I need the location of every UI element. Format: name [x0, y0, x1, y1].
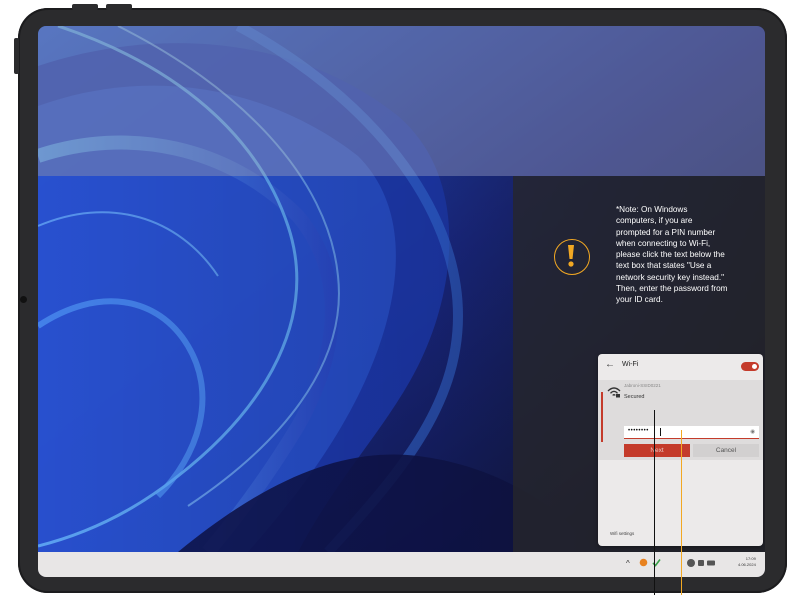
wifi-settings-link[interactable]: Wifi settings	[610, 531, 634, 536]
tablet-button-top	[72, 4, 98, 10]
password-value: ••••••••	[628, 428, 649, 434]
cancel-button[interactable]: Cancel	[693, 444, 759, 457]
password-field[interactable]: •••••••• ◉	[624, 426, 759, 439]
network-name: Jabroni-SSID0221	[624, 383, 661, 388]
callout-line-orange	[681, 430, 683, 595]
warning-icon	[554, 239, 590, 275]
screen: *Note: On Windows computers, if you are …	[38, 26, 765, 577]
network-tray-icon[interactable]	[686, 558, 716, 570]
tablet-button-side	[14, 38, 19, 74]
text-caret	[660, 428, 661, 436]
selection-indicator	[601, 392, 603, 442]
front-camera	[20, 296, 27, 303]
callout-line-black	[654, 410, 656, 595]
wifi-panel-title: Wi-Fi	[622, 361, 639, 368]
wifi-icon	[607, 387, 621, 398]
pin-note-text: *Note: On Windows computers, if you are …	[616, 205, 728, 305]
eye-icon[interactable]: ◉	[750, 429, 755, 435]
app-tray-icon-orange[interactable]	[639, 558, 648, 569]
wifi-panel-header: ← Wi-Fi	[598, 354, 763, 378]
chevron-up-icon[interactable]: ^	[626, 559, 630, 568]
tablet-button-top	[106, 4, 132, 10]
back-arrow-icon[interactable]: ←	[605, 359, 615, 370]
highlight-band	[38, 26, 765, 176]
wifi-toggle[interactable]	[741, 362, 759, 371]
network-status: Secured	[624, 394, 645, 400]
clock-date: 4.06.2024	[738, 562, 756, 567]
taskbar: ^ 17:09 4.06.2024	[38, 552, 765, 577]
taskbar-clock[interactable]: 17:09 4.06.2024	[738, 556, 756, 568]
